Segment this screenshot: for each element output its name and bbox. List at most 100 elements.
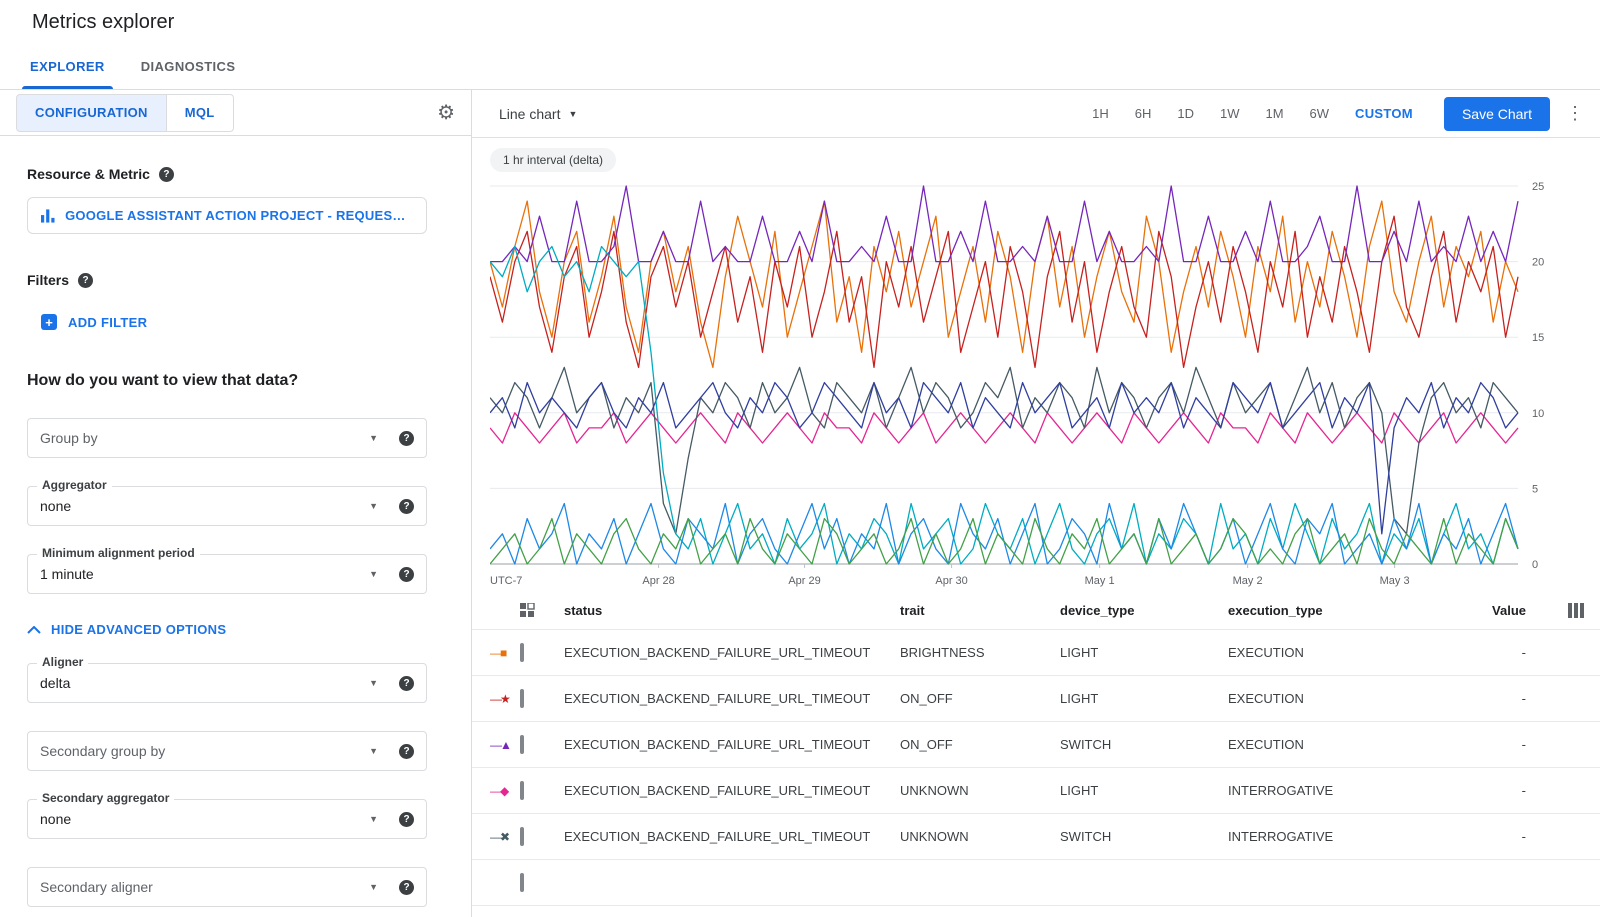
svg-text:10: 10 <box>1532 408 1544 420</box>
svg-text:Apr 28: Apr 28 <box>642 575 674 587</box>
secondary-group-by-value: Secondary group by <box>40 743 369 759</box>
tab-mql[interactable]: MQL <box>167 94 234 132</box>
row-checkbox[interactable] <box>520 873 524 892</box>
col-device-type: device_type <box>1060 603 1228 618</box>
row-checkbox[interactable] <box>520 643 524 662</box>
chevron-down-icon: ▼ <box>369 678 378 688</box>
range-1h[interactable]: 1H <box>1079 98 1122 129</box>
min-alignment-label: Minimum alignment period <box>37 547 200 560</box>
gear-icon[interactable]: ⚙ <box>437 103 455 123</box>
filters-text: Filters <box>27 272 69 288</box>
svg-text:May 3: May 3 <box>1380 575 1410 587</box>
status-cell: EXECUTION_BACKEND_FAILURE_URL_TIMEOUT <box>564 691 900 706</box>
svg-text:May 2: May 2 <box>1233 575 1263 587</box>
legend-toggle-icon[interactable] <box>520 603 535 618</box>
trait-cell: UNKNOWN <box>900 829 1060 844</box>
min-alignment-select[interactable]: 1 minute ▼ ? <box>27 554 427 594</box>
help-icon[interactable]: ? <box>399 880 414 895</box>
secondary-aligner-select[interactable]: Secondary aligner ▼ ? <box>27 867 427 907</box>
device-type-cell: SWITCH <box>1060 737 1228 752</box>
help-icon[interactable]: ? <box>78 273 93 288</box>
trait-cell: ON_OFF <box>900 737 1060 752</box>
help-icon[interactable]: ? <box>399 676 414 691</box>
table-row[interactable]: —◆ EXECUTION_BACKEND_FAILURE_URL_TIMEOUT… <box>472 768 1600 814</box>
bar-chart-icon <box>41 209 55 223</box>
help-icon[interactable]: ? <box>399 499 414 514</box>
chart-type-label: Line chart <box>499 106 560 122</box>
chevron-down-icon: ▼ <box>369 433 378 443</box>
range-custom[interactable]: CUSTOM <box>1342 98 1426 129</box>
range-1w[interactable]: 1W <box>1207 98 1253 129</box>
svg-text:UTC-7: UTC-7 <box>490 575 522 587</box>
column-display-icon[interactable] <box>1568 603 1584 618</box>
status-cell: EXECUTION_BACKEND_FAILURE_URL_TIMEOUT <box>564 737 900 752</box>
help-icon[interactable]: ? <box>399 431 414 446</box>
tab-explorer[interactable]: EXPLORER <box>12 44 123 89</box>
row-checkbox[interactable] <box>520 689 524 708</box>
metric-selector[interactable]: GOOGLE ASSISTANT ACTION PROJECT - REQUES… <box>27 197 427 234</box>
chevron-down-icon: ▼ <box>369 814 378 824</box>
time-range-group: 1H 6H 1D 1W 1M 6W CUSTOM Save Chart ⋮ <box>1079 97 1584 131</box>
tab-bar: EXPLORER DIAGNOSTICS <box>0 44 1600 90</box>
secondary-aggregator-label: Secondary aggregator <box>37 792 174 805</box>
save-chart-button[interactable]: Save Chart <box>1444 97 1550 131</box>
col-trait: trait <box>900 603 1060 618</box>
line-chart[interactable]: 0510152025UTC-7Apr 28Apr 29Apr 30May 1Ma… <box>490 174 1566 592</box>
execution-type-cell: INTERROGATIVE <box>1228 783 1462 798</box>
resource-metric-label: Resource & Metric ? <box>27 166 444 182</box>
help-icon[interactable]: ? <box>399 567 414 582</box>
view-question: How do you want to view that data? <box>27 372 444 390</box>
configuration-panel: CONFIGURATION MQL ⚙ Resource & Metric ? … <box>0 90 472 917</box>
range-1m[interactable]: 1M <box>1252 98 1296 129</box>
chevron-down-icon: ▼ <box>568 109 577 119</box>
secondary-group-by-select[interactable]: Secondary group by ▼ ? <box>27 731 427 771</box>
aligner-select[interactable]: delta ▼ ? <box>27 663 427 703</box>
col-execution-type: execution_type <box>1228 603 1462 618</box>
help-icon[interactable]: ? <box>399 744 414 759</box>
chart-area: 1 hr interval (delta) 0510152025UTC-7Apr… <box>472 138 1600 592</box>
device-type-cell: LIGHT <box>1060 691 1228 706</box>
aggregator-select[interactable]: none ▼ ? <box>27 486 427 526</box>
table-row[interactable] <box>472 860 1600 906</box>
tab-configuration[interactable]: CONFIGURATION <box>16 94 167 132</box>
chevron-down-icon: ▼ <box>369 882 378 892</box>
range-6w[interactable]: 6W <box>1297 98 1343 129</box>
row-checkbox[interactable] <box>520 781 524 800</box>
aligner-value: delta <box>40 675 369 691</box>
chart-panel: Line chart ▼ 1H 6H 1D 1W 1M 6W CUSTOM Sa… <box>472 90 1600 917</box>
row-checkbox[interactable] <box>520 827 524 846</box>
legend-table: status trait device_type execution_type … <box>472 592 1600 906</box>
aggregator-value: none <box>40 498 369 514</box>
help-icon[interactable]: ? <box>399 812 414 827</box>
svg-text:Apr 30: Apr 30 <box>935 575 967 587</box>
secondary-aggregator-select[interactable]: none ▼ ? <box>27 799 427 839</box>
table-row[interactable]: —▲ EXECUTION_BACKEND_FAILURE_URL_TIMEOUT… <box>472 722 1600 768</box>
status-cell: EXECUTION_BACKEND_FAILURE_URL_TIMEOUT <box>564 783 900 798</box>
range-1d[interactable]: 1D <box>1164 98 1207 129</box>
series-marker-icon: —■ <box>490 646 520 660</box>
interval-chip: 1 hr interval (delta) <box>490 148 616 172</box>
table-row[interactable]: —■ EXECUTION_BACKEND_FAILURE_URL_TIMEOUT… <box>472 630 1600 676</box>
aligner-label: Aligner <box>37 656 88 669</box>
value-cell: - <box>1462 645 1526 660</box>
secondary-aligner-value: Secondary aligner <box>40 879 369 895</box>
help-icon[interactable]: ? <box>159 167 174 182</box>
page-title: Metrics explorer <box>32 11 174 34</box>
col-value: Value <box>1462 603 1526 618</box>
chart-type-select[interactable]: Line chart ▼ <box>499 106 577 122</box>
row-checkbox[interactable] <box>520 735 524 754</box>
tab-diagnostics[interactable]: DIAGNOSTICS <box>123 44 254 89</box>
table-row[interactable]: —★ EXECUTION_BACKEND_FAILURE_URL_TIMEOUT… <box>472 676 1600 722</box>
range-6h[interactable]: 6H <box>1122 98 1165 129</box>
col-status: status <box>564 603 900 618</box>
value-cell: - <box>1462 829 1526 844</box>
series-marker-icon: —▲ <box>490 738 520 752</box>
hide-advanced-options-button[interactable]: HIDE ADVANCED OPTIONS <box>27 622 226 637</box>
table-row[interactable]: —✖ EXECUTION_BACKEND_FAILURE_URL_TIMEOUT… <box>472 814 1600 860</box>
aggregator-label: Aggregator <box>37 479 112 492</box>
device-type-cell: LIGHT <box>1060 783 1228 798</box>
more-options-icon[interactable]: ⋮ <box>1566 103 1584 124</box>
add-filter-button[interactable]: + ADD FILTER <box>41 314 147 330</box>
device-type-cell: SWITCH <box>1060 829 1228 844</box>
group-by-select[interactable]: Group by ▼ ? <box>27 418 427 458</box>
